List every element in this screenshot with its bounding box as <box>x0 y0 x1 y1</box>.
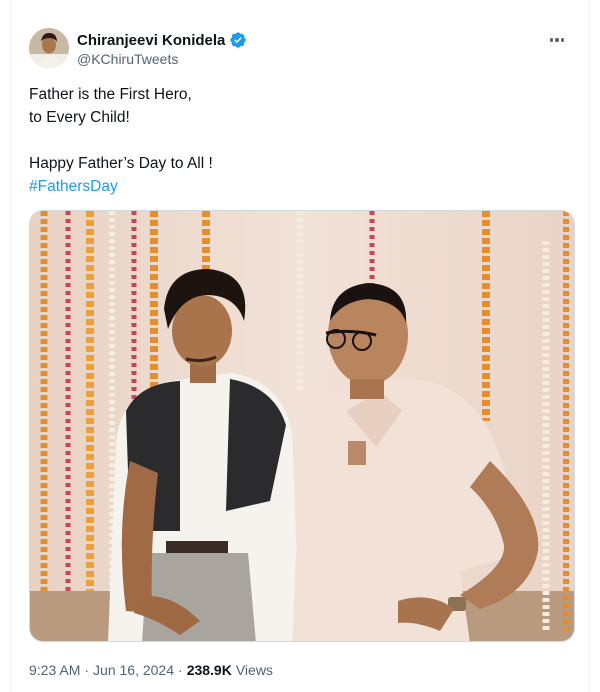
avatar-image <box>29 28 69 68</box>
hashtag-link[interactable]: #FathersDay <box>29 175 571 198</box>
meta-separator: · <box>84 662 89 678</box>
avatar[interactable] <box>29 28 69 68</box>
verified-badge-icon <box>229 31 247 49</box>
tweet-date-link[interactable]: Jun 16, 2024 <box>93 662 174 678</box>
more-icon[interactable] <box>545 30 569 50</box>
views-label: Views <box>236 662 273 678</box>
tweet-blank-line <box>29 129 571 152</box>
author-block: Chiranjeevi Konidela @KChiruTweets <box>77 30 247 67</box>
tweet-text: Father is the First Hero, to Every Child… <box>29 83 571 198</box>
display-name[interactable]: Chiranjeevi Konidela <box>77 32 225 49</box>
handle[interactable]: @KChiruTweets <box>77 51 247 67</box>
tweet-line: Happy Father’s Day to All ! <box>29 152 571 175</box>
tweet-photo[interactable] <box>29 210 575 642</box>
tweet-card: Chiranjeevi Konidela @KChiruTweets Fathe… <box>10 0 590 692</box>
tweet-line: Father is the First Hero, <box>29 83 571 106</box>
tweet-header: Chiranjeevi Konidela @KChiruTweets <box>29 28 571 72</box>
tweet-meta: 9:23 AM · Jun 16, 2024 · 238.9K Views <box>29 662 273 678</box>
tweet-line: to Every Child! <box>29 106 571 129</box>
views-count: 238.9K <box>187 662 232 678</box>
photo-illustration <box>30 211 575 642</box>
meta-separator: · <box>178 662 183 678</box>
tweet-time-link[interactable]: 9:23 AM <box>29 662 80 678</box>
